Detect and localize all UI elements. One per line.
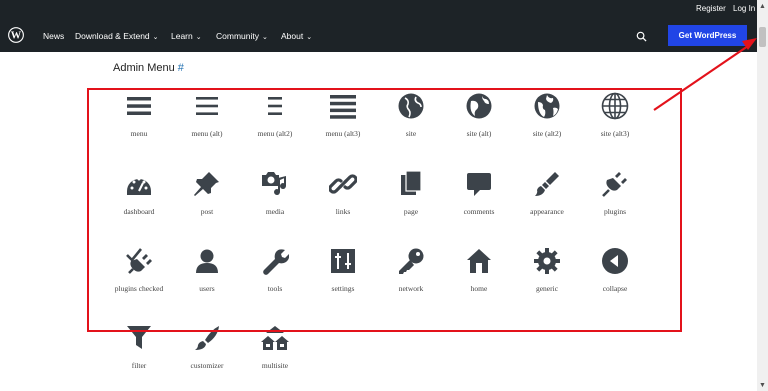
annotation-arrow <box>653 38 757 111</box>
